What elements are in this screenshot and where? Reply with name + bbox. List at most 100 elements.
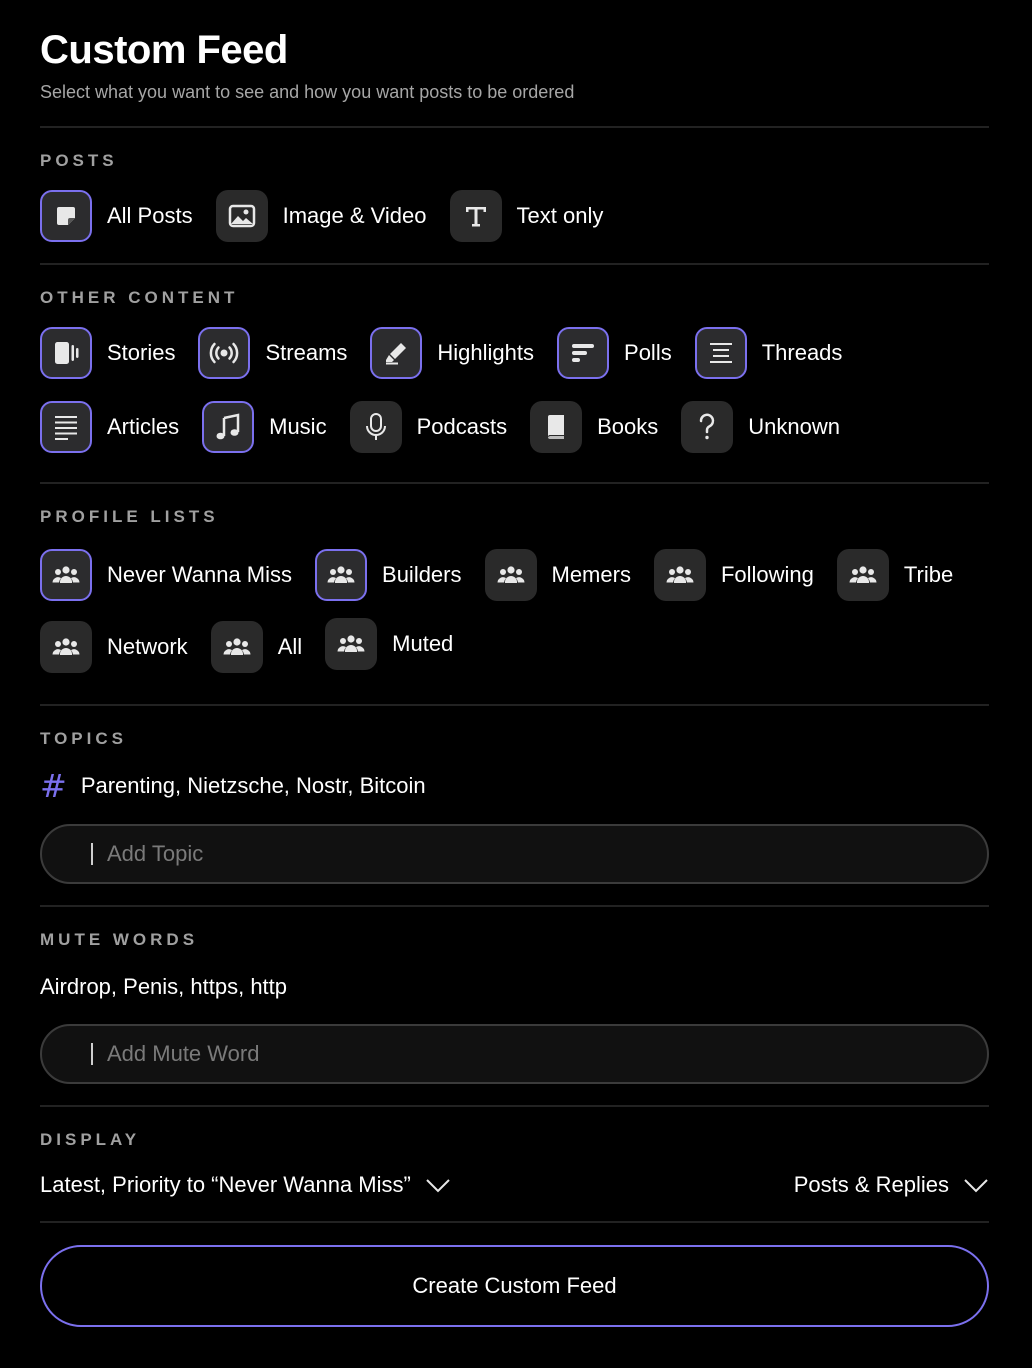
chip-label: Polls xyxy=(624,340,672,365)
display-section-label: DISPLAY xyxy=(40,1130,141,1149)
chip-label: Books xyxy=(597,414,659,439)
group-icon xyxy=(40,549,92,601)
image-icon xyxy=(215,190,268,242)
book-icon xyxy=(530,401,583,453)
chip-polls[interactable]: Polls xyxy=(557,327,672,379)
chip-label: Articles xyxy=(107,414,180,439)
page-subtitle: Select what you want to see and how you … xyxy=(40,82,575,102)
chip-books[interactable]: Books xyxy=(530,401,658,453)
text-t-icon xyxy=(449,190,502,242)
group-icon xyxy=(653,549,706,601)
chip-stories[interactable]: Stories xyxy=(40,327,175,379)
chip-following[interactable]: Following xyxy=(653,549,814,601)
divider xyxy=(40,126,989,128)
chip-image-video[interactable]: Image & Video xyxy=(215,190,427,242)
chip-all-posts[interactable]: All Posts xyxy=(40,190,193,242)
divider xyxy=(40,704,989,706)
chip-builders[interactable]: Builders xyxy=(315,549,462,601)
topics-section-label: TOPICS xyxy=(40,729,127,748)
stories-icon xyxy=(40,327,92,379)
chip-text-only[interactable]: Text only xyxy=(449,190,604,242)
other-content-section-label: OTHER CONTENT xyxy=(40,288,239,307)
article-lines-icon xyxy=(40,401,92,453)
chip-network[interactable]: Network xyxy=(40,621,188,673)
add-topic-input[interactable] xyxy=(107,841,927,867)
chip-label: Memers xyxy=(551,562,631,587)
topics-value: Parenting, Nietzsche, Nostr, Bitcoin xyxy=(80,773,426,798)
add-mute-word-field[interactable] xyxy=(40,1024,989,1084)
divider xyxy=(40,263,989,265)
divider xyxy=(40,482,989,484)
chip-podcasts[interactable]: Podcasts xyxy=(349,401,508,453)
divider xyxy=(40,1221,989,1223)
mute-words-value: Airdrop, Penis, https, http xyxy=(40,974,288,999)
group-icon xyxy=(315,549,368,601)
other-content-row-1: Stories Streams Highlights Polls Threads xyxy=(40,327,842,379)
other-content-row-2: Articles Music Podcasts Books Unknown xyxy=(40,401,840,453)
music-note-icon xyxy=(202,401,255,453)
text-caret xyxy=(91,843,93,865)
sticky-note-icon xyxy=(40,190,92,242)
chip-label: Streams xyxy=(265,340,348,365)
chip-label: Builders xyxy=(382,562,462,587)
question-mark-icon xyxy=(681,401,734,453)
hashtag-icon: # xyxy=(40,767,67,805)
chip-label: Never Wanna Miss xyxy=(107,562,293,587)
post-type-dropdown[interactable]: Posts & Replies xyxy=(794,1172,989,1198)
chip-unknown[interactable]: Unknown xyxy=(681,401,840,453)
profile-lists-section-label: PROFILE LISTS xyxy=(40,507,219,526)
group-icon xyxy=(325,617,378,670)
add-mute-word-input[interactable] xyxy=(107,1041,927,1067)
chip-label: Muted xyxy=(392,630,454,656)
chip-highlights[interactable]: Highlights xyxy=(370,327,534,379)
chip-label: Threads xyxy=(761,340,843,365)
chip-label: Text only xyxy=(516,203,604,228)
chip-label: All xyxy=(277,634,303,659)
chip-articles[interactable]: Articles xyxy=(40,401,179,453)
sort-order-value: Latest, Priority to “Never Wanna Miss” xyxy=(40,1172,411,1197)
posts-row: All Posts Image & Video Text only xyxy=(40,190,603,242)
group-icon xyxy=(836,549,889,601)
chip-label: All Posts xyxy=(107,203,193,228)
sort-order-dropdown[interactable]: Latest, Priority to “Never Wanna Miss” xyxy=(40,1172,451,1198)
chip-threads[interactable]: Threads xyxy=(694,327,843,379)
thread-lines-icon xyxy=(694,327,747,379)
chip-never-wanna-miss[interactable]: Never Wanna Miss xyxy=(40,549,292,601)
group-icon xyxy=(210,621,263,673)
topics-list: # Parenting, Nietzsche, Nostr, Bitcoin xyxy=(40,770,426,802)
divider xyxy=(40,905,989,907)
chip-label: Tribe xyxy=(903,562,954,587)
highlighter-icon xyxy=(370,327,423,379)
chip-tribe[interactable]: Tribe xyxy=(836,549,954,601)
chip-label: Image & Video xyxy=(282,203,427,228)
group-icon xyxy=(40,621,92,673)
group-icon xyxy=(484,549,537,601)
chip-label: Following xyxy=(720,562,814,587)
post-type-value: Posts & Replies xyxy=(793,1172,949,1197)
profile-lists-row-2: Network All Muted xyxy=(40,617,454,673)
add-topic-field[interactable] xyxy=(40,824,989,884)
chip-label: Network xyxy=(107,634,188,659)
text-caret xyxy=(91,1043,93,1065)
page-title: Custom Feed xyxy=(40,28,288,72)
profile-lists-row-1: Never Wanna Miss Builders Memers Followi… xyxy=(40,549,953,601)
chip-label: Unknown xyxy=(748,414,840,439)
microphone-icon xyxy=(349,401,402,453)
posts-section-label: POSTS xyxy=(40,151,118,170)
chip-muted[interactable]: Muted xyxy=(325,617,454,670)
chevron-down-icon xyxy=(426,1179,450,1193)
chip-label: Music xyxy=(269,414,327,439)
broadcast-icon xyxy=(198,327,251,379)
chip-memers[interactable]: Memers xyxy=(484,549,631,601)
poll-bars-icon xyxy=(557,327,610,379)
mute-words-section-label: MUTE WORDS xyxy=(40,930,199,949)
chip-label: Stories xyxy=(107,340,176,365)
chip-music[interactable]: Music xyxy=(202,401,327,453)
chip-label: Podcasts xyxy=(416,414,508,439)
chip-label: Highlights xyxy=(437,340,535,365)
chevron-down-icon xyxy=(964,1179,988,1193)
divider xyxy=(40,1105,989,1107)
chip-all[interactable]: All xyxy=(210,621,303,673)
create-custom-feed-button[interactable]: Create Custom Feed xyxy=(40,1245,989,1327)
chip-streams[interactable]: Streams xyxy=(198,327,347,379)
